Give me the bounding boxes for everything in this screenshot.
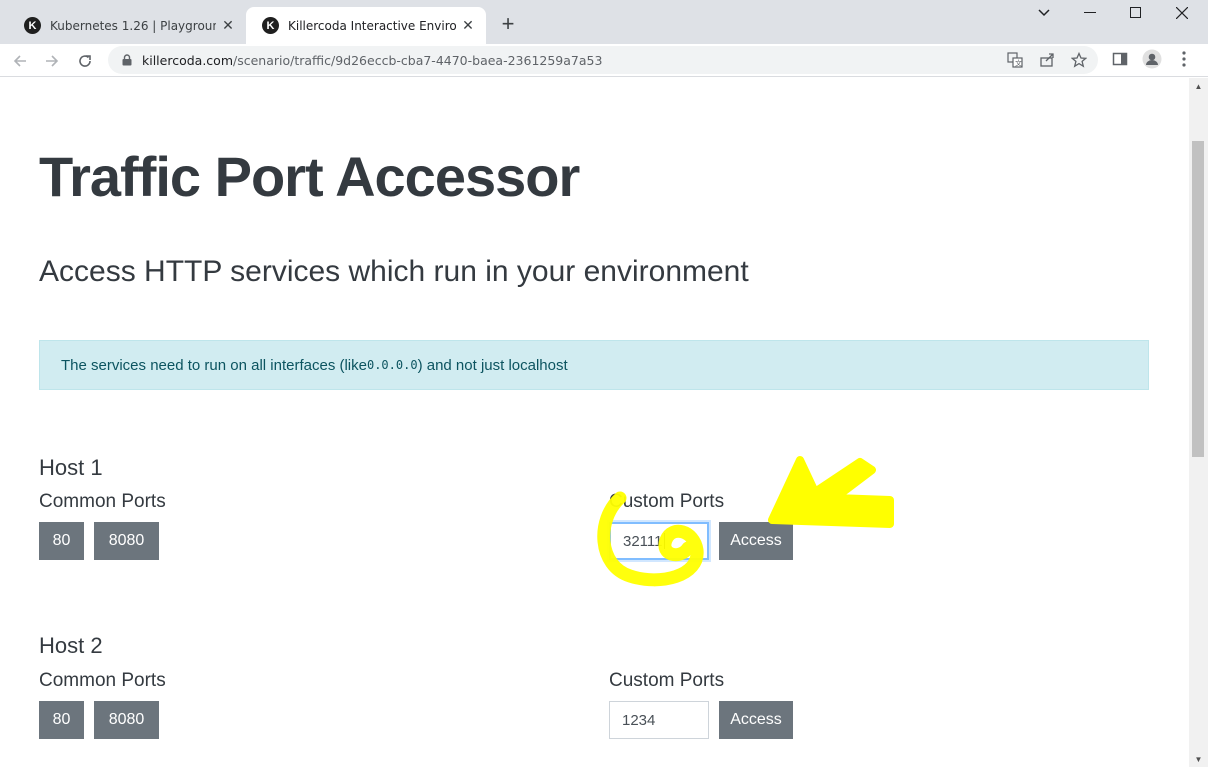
host-1-custom-port-value: 32111 xyxy=(623,532,663,550)
page-subtitle: Access HTTP services which run in your e… xyxy=(39,255,749,288)
host-2-port-8080-button[interactable]: 8080 xyxy=(94,701,159,739)
address-bar[interactable]: killercoda.com/scenario/traffic/9d26eccb… xyxy=(108,46,1098,74)
share-icon[interactable] xyxy=(1038,51,1056,69)
side-panel-icon[interactable] xyxy=(1108,47,1132,71)
translate-icon[interactable]: 文 xyxy=(1006,51,1024,69)
host-1-custom-port-input[interactable]: 32111 xyxy=(609,522,709,560)
alert-text-before: The services need to run on all interfac… xyxy=(61,356,367,374)
killercoda-favicon-icon: K xyxy=(24,17,41,34)
tab-search-chevron-down-icon[interactable] xyxy=(1021,0,1067,26)
tab-title: Killercoda Interactive Environmen xyxy=(288,18,456,33)
alert-code: 0.0.0.0 xyxy=(366,358,418,372)
host-1-common-ports-label: Common Ports xyxy=(39,491,166,512)
close-window-icon[interactable] xyxy=(1159,0,1205,26)
maximize-icon[interactable] xyxy=(1113,0,1159,26)
back-arrow-icon[interactable] xyxy=(7,48,33,74)
url-host: killercoda.com xyxy=(142,52,233,68)
page-viewport: Traffic Port Accessor Access HTTP servic… xyxy=(0,78,1189,767)
host-2-custom-ports-label: Custom Ports xyxy=(609,670,725,691)
host-2-access-button[interactable]: Access xyxy=(719,701,793,739)
host-2-custom-port-value: 1234 xyxy=(622,711,656,729)
host-2-title: Host 2 xyxy=(39,633,103,658)
page-title: Traffic Port Accessor xyxy=(39,145,580,208)
page-scrollbar[interactable]: ▲ ▼ xyxy=(1189,78,1208,767)
tab-close-icon[interactable]: ✕ xyxy=(220,17,236,34)
host-2-custom-port-input[interactable]: 1234 xyxy=(609,701,709,739)
reload-icon[interactable] xyxy=(72,48,98,74)
text-cursor xyxy=(663,533,665,549)
tab-title: Kubernetes 1.26 | Playgrounds | K xyxy=(50,18,216,33)
tab-strip: K Kubernetes 1.26 | Playgrounds | K ✕ K … xyxy=(0,0,1208,44)
more-menu-icon[interactable] xyxy=(1172,47,1196,71)
svg-text:文: 文 xyxy=(1015,59,1022,68)
info-alert: The services need to run on all interfac… xyxy=(39,340,1149,390)
new-tab-plus-icon[interactable]: + xyxy=(496,11,520,36)
host-1-custom-ports-label: Custom Ports xyxy=(609,491,725,512)
tab-killercoda[interactable]: K Killercoda Interactive Environmen ✕ xyxy=(246,7,486,44)
bookmark-star-icon[interactable] xyxy=(1070,51,1088,69)
scroll-down-arrow-icon[interactable]: ▼ xyxy=(1189,751,1208,767)
profile-avatar-icon[interactable] xyxy=(1140,47,1164,71)
host-1-port-80-button[interactable]: 80 xyxy=(39,522,84,560)
lock-icon xyxy=(120,53,134,67)
tab-close-icon[interactable]: ✕ xyxy=(460,17,476,34)
alert-text-after: ) and not just localhost xyxy=(417,356,568,374)
host-1-title: Host 1 xyxy=(39,455,103,480)
minimize-icon[interactable] xyxy=(1067,0,1113,26)
scroll-thumb[interactable] xyxy=(1192,141,1204,457)
killercoda-favicon-icon: K xyxy=(262,17,279,34)
host-2-port-80-button[interactable]: 80 xyxy=(39,701,84,739)
tab-kubernetes[interactable]: K Kubernetes 1.26 | Playgrounds | K ✕ xyxy=(8,7,246,44)
scroll-up-arrow-icon[interactable]: ▲ xyxy=(1189,78,1208,94)
browser-toolbar: killercoda.com/scenario/traffic/9d26eccb… xyxy=(0,44,1208,77)
url-path: /scenario/traffic/9d26eccb-cba7-4470-bae… xyxy=(233,52,603,68)
forward-arrow-icon[interactable] xyxy=(39,48,65,74)
host-1-access-button[interactable]: Access xyxy=(719,522,793,560)
host-2-common-ports-label: Common Ports xyxy=(39,670,166,691)
host-1-port-8080-button[interactable]: 8080 xyxy=(94,522,159,560)
